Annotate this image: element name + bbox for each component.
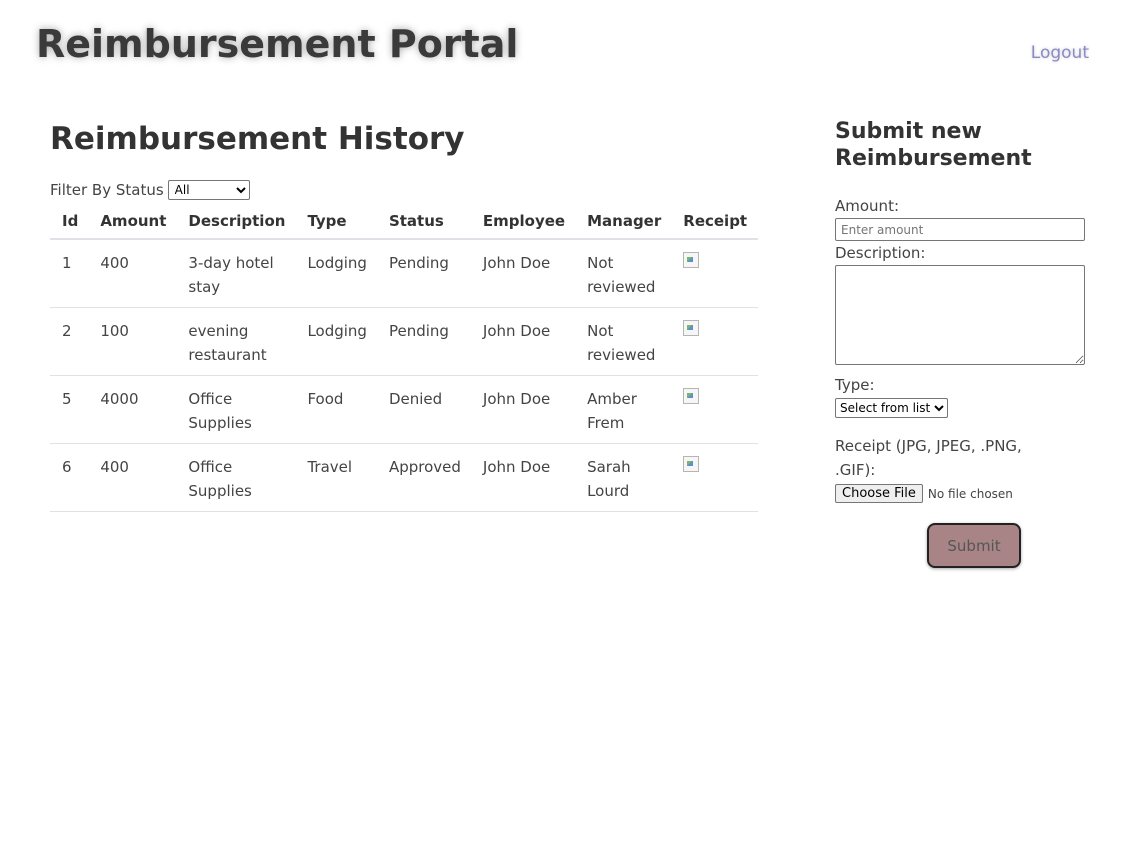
submit-button[interactable]: Submit bbox=[927, 523, 1021, 568]
history-title: Reimbursement History bbox=[50, 121, 465, 157]
cell-type: Food bbox=[296, 375, 378, 444]
cell-receipt bbox=[672, 443, 759, 512]
cell-receipt bbox=[672, 375, 759, 444]
type-label: Type: bbox=[835, 376, 875, 394]
cell-amount: 400 bbox=[89, 239, 178, 308]
cell-manager: Sarah Lourd bbox=[576, 443, 673, 512]
cell-manager: Amber Frem bbox=[576, 375, 673, 444]
cell-description: Office Supplies bbox=[177, 443, 297, 512]
column-header-type: Type bbox=[296, 206, 378, 240]
table-row: 6 400 Office Supplies Travel Approved Jo… bbox=[50, 443, 759, 512]
cell-amount: 4000 bbox=[89, 375, 178, 444]
receipt-label: Receipt (JPG, JPEG, .PNG, .GIF): bbox=[835, 437, 1022, 479]
cell-manager: Not reviewed bbox=[576, 239, 673, 308]
receipt-image-icon[interactable] bbox=[683, 456, 700, 472]
column-header-description: Description bbox=[177, 206, 297, 240]
table-row: 2 100 evening restaurant Lodging Pending… bbox=[50, 307, 759, 376]
column-header-manager: Manager bbox=[576, 206, 673, 240]
cell-receipt bbox=[672, 307, 759, 376]
cell-status: Denied bbox=[377, 375, 472, 444]
cell-id: 2 bbox=[50, 307, 90, 376]
receipt-image-icon[interactable] bbox=[683, 252, 700, 268]
cell-id: 6 bbox=[50, 443, 90, 512]
status-filter-select[interactable]: All bbox=[167, 180, 250, 200]
cell-status: Approved bbox=[377, 443, 472, 512]
cell-amount: 100 bbox=[89, 307, 178, 376]
cell-description: Office Supplies bbox=[177, 375, 297, 444]
cell-description: 3-day hotel stay bbox=[177, 239, 297, 308]
table-header-row: Id Amount Description Type Status Employ… bbox=[50, 206, 759, 240]
amount-label: Amount: bbox=[835, 197, 899, 215]
table-row: 5 4000 Office Supplies Food Denied John … bbox=[50, 375, 759, 444]
receipt-image-icon[interactable] bbox=[683, 388, 700, 404]
description-textarea[interactable] bbox=[835, 265, 1085, 365]
cell-receipt bbox=[672, 239, 759, 308]
cell-amount: 400 bbox=[89, 443, 178, 512]
cell-employee: John Doe bbox=[471, 239, 577, 308]
column-header-status: Status bbox=[377, 206, 472, 240]
column-header-receipt: Receipt bbox=[672, 206, 759, 240]
column-header-employee: Employee bbox=[471, 206, 577, 240]
filter-label: Filter By Status bbox=[50, 181, 164, 199]
cell-type: Travel bbox=[296, 443, 378, 512]
cell-type: Lodging bbox=[296, 239, 378, 308]
type-select[interactable]: Select from list bbox=[835, 398, 948, 418]
table-row: 1 400 3-day hotel stay Lodging Pending J… bbox=[50, 239, 759, 308]
cell-manager: Not reviewed bbox=[576, 307, 673, 376]
no-file-text: No file chosen bbox=[927, 486, 1013, 501]
submit-reimbursement-panel: Submit new Reimbursement Amount: Descrip… bbox=[835, 118, 1085, 568]
file-input: Choose File No file chosen bbox=[835, 484, 1085, 503]
filter-row: Filter By Status All bbox=[50, 180, 746, 200]
choose-file-button[interactable]: Choose File bbox=[835, 484, 923, 503]
history-table: Id Amount Description Type Status Employ… bbox=[50, 206, 759, 512]
receipt-image-icon[interactable] bbox=[683, 320, 700, 336]
page-header: Reimbursement Portal Logout bbox=[0, 0, 1138, 90]
cell-id: 5 bbox=[50, 375, 90, 444]
submit-title: Submit new Reimbursement bbox=[835, 119, 1032, 171]
cell-status: Pending bbox=[377, 307, 472, 376]
reimbursement-history-section: Reimbursement History Filter By Status A… bbox=[50, 120, 759, 512]
cell-employee: John Doe bbox=[471, 443, 577, 512]
cell-employee: John Doe bbox=[471, 375, 577, 444]
cell-description: evening restaurant bbox=[177, 307, 297, 376]
description-label: Description: bbox=[835, 244, 926, 262]
cell-employee: John Doe bbox=[471, 307, 577, 376]
logout-link[interactable]: Logout bbox=[1031, 43, 1089, 63]
cell-status: Pending bbox=[377, 239, 472, 308]
amount-input[interactable] bbox=[835, 218, 1085, 241]
column-header-id: Id bbox=[50, 206, 90, 240]
cell-type: Lodging bbox=[296, 307, 378, 376]
cell-id: 1 bbox=[50, 239, 90, 308]
portal-title: Reimbursement Portal bbox=[36, 22, 519, 66]
column-header-amount: Amount bbox=[89, 206, 178, 240]
